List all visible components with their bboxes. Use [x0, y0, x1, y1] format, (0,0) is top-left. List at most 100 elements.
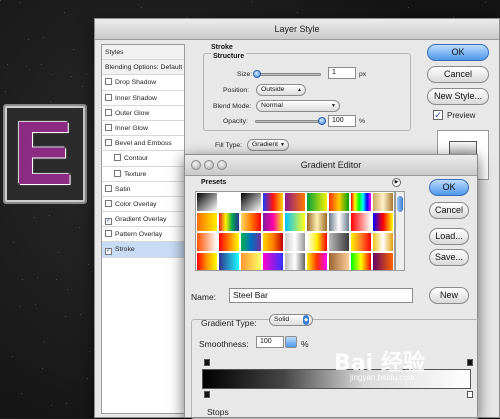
gradient-preset-swatch[interactable]: [262, 232, 284, 252]
style-item-stroke[interactable]: ✓ Stroke: [102, 242, 184, 258]
color-stop-white[interactable]: [467, 391, 473, 398]
gradient-preset-swatch[interactable]: [240, 232, 262, 252]
gradient-preset-swatch[interactable]: [196, 232, 218, 252]
zoom-window-icon[interactable]: [217, 160, 227, 170]
opacity-slider-track[interactable]: [255, 120, 325, 123]
fill-type-select[interactable]: Gradient ▼: [247, 139, 289, 151]
gradient-preset-swatch[interactable]: [350, 192, 372, 212]
size-slider-track[interactable]: [255, 73, 321, 76]
gradient-cancel-button[interactable]: Cancel: [429, 202, 469, 219]
gradient-preset-swatch[interactable]: [262, 252, 284, 270]
gradient-preset-swatch[interactable]: [350, 232, 372, 252]
gradient-name-input[interactable]: Steel Bar: [229, 288, 413, 303]
style-item-checkbox[interactable]: ✓: [105, 248, 112, 256]
gradient-preset-swatch[interactable]: [372, 252, 394, 270]
position-select[interactable]: Outside ▲: [256, 84, 306, 96]
cancel-button[interactable]: Cancel: [427, 66, 489, 83]
style-item-label: Outer Glow: [115, 109, 150, 117]
style-item-checkbox[interactable]: [105, 139, 112, 147]
close-window-icon[interactable]: [191, 160, 201, 170]
gradient-preset-swatch[interactable]: [306, 212, 328, 232]
blend-mode-select[interactable]: Normal ▼: [256, 100, 340, 112]
style-item-blending-options-default[interactable]: Blending Options: Default: [102, 60, 184, 76]
style-item-checkbox[interactable]: [105, 184, 112, 192]
gradient-preset-swatch[interactable]: [218, 252, 240, 270]
smoothness-dropdown-arrow-icon[interactable]: [285, 336, 297, 348]
preview-checkbox[interactable]: ✓: [433, 110, 443, 120]
opacity-stop-left[interactable]: [204, 359, 210, 366]
gradient-preset-swatch[interactable]: [196, 212, 218, 232]
style-item-checkbox[interactable]: [114, 169, 121, 177]
gradient-preset-swatch[interactable]: [372, 212, 394, 232]
presets-scroll-thumb[interactable]: [397, 196, 403, 212]
style-item-color-overlay[interactable]: Color Overlay: [102, 197, 184, 213]
gradient-preset-swatch[interactable]: [328, 212, 350, 232]
gradient-preset-swatch[interactable]: [240, 252, 262, 270]
opacity-stop-right[interactable]: [467, 359, 473, 366]
style-item-gradient-overlay[interactable]: ✓ Gradient Overlay: [102, 212, 184, 228]
style-item-checkbox[interactable]: ✓: [105, 218, 112, 226]
style-item-drop-shadow[interactable]: Drop Shadow: [102, 75, 184, 91]
gradient-preset-swatch[interactable]: [306, 192, 328, 212]
gradient-preset-swatch[interactable]: [240, 192, 262, 212]
opacity-input[interactable]: 100: [328, 115, 356, 127]
style-item-checkbox[interactable]: [114, 154, 121, 162]
gradient-preset-swatch[interactable]: [262, 212, 284, 232]
style-item-contour[interactable]: Contour: [102, 151, 184, 167]
minimize-window-icon[interactable]: [204, 160, 214, 170]
style-item-inner-shadow[interactable]: Inner Shadow: [102, 91, 184, 106]
style-item-satin[interactable]: Satin: [102, 182, 184, 197]
smoothness-unit: %: [301, 339, 309, 349]
gradient-preset-swatch[interactable]: [328, 252, 350, 270]
style-item-checkbox[interactable]: [105, 230, 112, 238]
opacity-unit: %: [359, 118, 366, 125]
gradient-preset-swatch[interactable]: [350, 252, 372, 270]
gradient-preset-swatch[interactable]: [284, 232, 306, 252]
position-label: Position:: [223, 87, 250, 94]
style-item-label: Pattern Overlay: [115, 231, 163, 239]
gradient-preset-swatch[interactable]: [350, 212, 372, 232]
size-input[interactable]: 1: [328, 67, 356, 79]
gradient-preset-swatch[interactable]: [372, 232, 394, 252]
opacity-label: Opacity:: [223, 118, 248, 125]
gradient-preset-swatch[interactable]: [196, 252, 218, 270]
gradient-preset-swatch[interactable]: [218, 212, 240, 232]
ok-button[interactable]: OK: [427, 44, 489, 61]
style-item-texture[interactable]: Texture: [102, 167, 184, 182]
gradient-preset-swatch[interactable]: [284, 212, 306, 232]
gradient-preset-swatch[interactable]: [284, 252, 306, 270]
gradient-preset-swatch[interactable]: [306, 252, 328, 270]
style-item-checkbox[interactable]: [105, 93, 112, 101]
style-item-outer-glow[interactable]: Outer Glow: [102, 106, 184, 121]
gradient-preset-swatch[interactable]: [218, 232, 240, 252]
style-item-pattern-overlay[interactable]: Pattern Overlay: [102, 227, 184, 243]
presets-menu-arrow-icon[interactable]: ▶: [392, 178, 401, 187]
opacity-slider-knob[interactable]: [318, 117, 326, 125]
style-item-checkbox[interactable]: [105, 123, 112, 131]
presets-scrollbar[interactable]: [395, 191, 405, 271]
gradient-ok-button[interactable]: OK: [429, 179, 469, 196]
gradient-preset-swatch[interactable]: [284, 192, 306, 212]
style-item-inner-glow[interactable]: Inner Glow: [102, 121, 184, 137]
smoothness-input[interactable]: 100: [256, 336, 284, 348]
gradient-preset-swatch[interactable]: [328, 192, 350, 212]
stops-label: Stops: [207, 407, 229, 417]
gradient-preset-swatch[interactable]: [306, 232, 328, 252]
gradient-preset-swatch[interactable]: [372, 192, 394, 212]
gradient-preset-swatch[interactable]: [262, 192, 284, 212]
style-item-checkbox[interactable]: [105, 108, 112, 116]
gradient-load-button[interactable]: Load...: [429, 228, 469, 245]
gradient-new-button[interactable]: New: [429, 287, 469, 304]
gradient-preset-swatch[interactable]: [240, 212, 262, 232]
gradient-preset-swatch[interactable]: [218, 192, 240, 212]
gradient-preset-swatch[interactable]: [328, 232, 350, 252]
gradient-type-select[interactable]: Solid ◆: [269, 314, 313, 326]
size-slider-knob[interactable]: [253, 70, 261, 78]
style-item-checkbox[interactable]: [105, 78, 112, 86]
style-item-checkbox[interactable]: [105, 199, 112, 207]
new-style-button[interactable]: New Style...: [427, 88, 489, 105]
gradient-preset-swatch[interactable]: [196, 192, 218, 212]
style-item-bevel-and-emboss[interactable]: Bevel and Emboss: [102, 136, 184, 152]
gradient-save-button[interactable]: Save...: [429, 249, 469, 266]
color-stop-black[interactable]: [204, 391, 210, 398]
